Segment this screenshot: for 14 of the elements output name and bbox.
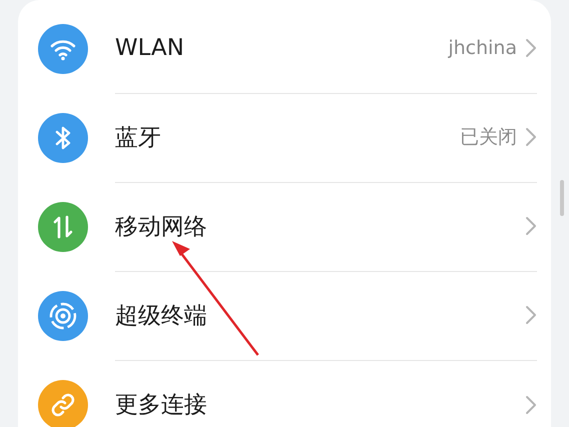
chevron-right-icon (525, 38, 537, 58)
setting-label[interactable]: 超级终端 (115, 300, 525, 330)
setting-label[interactable]: WLAN (115, 35, 448, 61)
setting-value: jhchina (448, 37, 517, 59)
link-icon (49, 390, 77, 418)
setting-label[interactable]: 蓝牙 (115, 122, 460, 152)
setting-value: 已关闭 (460, 125, 517, 150)
scrollbar (560, 180, 564, 216)
setting-label[interactable]: 移动网络 (115, 210, 525, 242)
chevron-right-icon (525, 216, 537, 236)
chevron-right-icon (525, 394, 537, 414)
setting-label[interactable]: 更多连接 (115, 389, 525, 420)
chevron-right-icon (525, 305, 537, 325)
chevron-right-icon (525, 127, 537, 147)
